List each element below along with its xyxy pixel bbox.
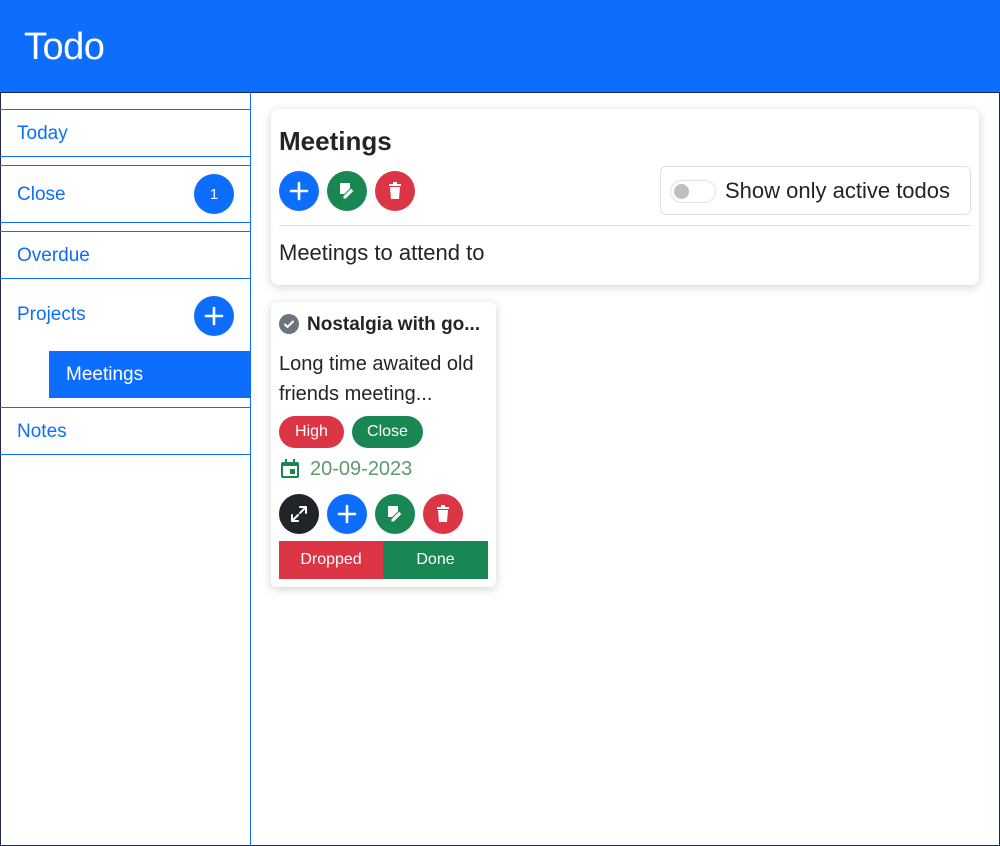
add-project-button[interactable]: [194, 296, 234, 336]
todo-title: Nostalgia with go...: [307, 314, 481, 335]
sidebar-item-label: Today: [17, 123, 68, 144]
active-filter-toggle[interactable]: Show only active todos: [660, 166, 971, 215]
app-header: Todo: [0, 0, 1000, 92]
expand-todo-button[interactable]: [279, 494, 319, 534]
plus-icon: [204, 306, 224, 326]
calendar-icon: [281, 459, 299, 478]
toggle-label: Show only active todos: [725, 178, 951, 203]
app-title: Todo: [24, 26, 105, 68]
sidebar-item-label: Projects: [17, 304, 86, 325]
sidebar-project-label: Meetings: [66, 364, 144, 385]
edit-icon: [340, 183, 355, 200]
sidebar: Today Close 1 Overdue Projects Meetings …: [0, 92, 251, 846]
due-date-text: 20-09-2023: [310, 458, 413, 480]
priority-badge: High: [279, 416, 344, 448]
delete-todo-button[interactable]: [423, 494, 463, 534]
sidebar-project-meetings[interactable]: Meetings: [49, 351, 250, 398]
status-badge: Close: [352, 416, 423, 448]
toggle-switch[interactable]: [670, 180, 716, 203]
edit-project-button[interactable]: [327, 171, 367, 211]
sidebar-item-notes[interactable]: Notes: [0, 407, 250, 455]
project-description: Meetings to attend to: [279, 240, 485, 265]
plus-icon: [289, 181, 309, 201]
sidebar-item-label: Close: [17, 184, 66, 205]
sidebar-item-label: Notes: [17, 421, 67, 442]
trash-icon: [437, 505, 449, 522]
plus-icon: [337, 504, 357, 524]
add-todo-button[interactable]: [279, 171, 319, 211]
sidebar-item-label: Overdue: [17, 245, 90, 266]
add-subtodo-button[interactable]: [327, 494, 367, 534]
project-header-card: Meetings Show only active todos Meetings…: [271, 109, 979, 285]
sidebar-item-today[interactable]: Today: [0, 109, 250, 157]
sidebar-item-close[interactable]: Close 1: [0, 165, 250, 223]
edit-icon: [388, 506, 403, 523]
sidebar-item-overdue[interactable]: Overdue: [0, 231, 250, 279]
done-button[interactable]: Done: [383, 541, 488, 579]
check-circle-icon[interactable]: [279, 314, 299, 334]
dropped-button[interactable]: Dropped: [279, 541, 383, 579]
expand-icon: [291, 506, 307, 522]
project-title: Meetings: [279, 126, 392, 156]
delete-project-button[interactable]: [375, 171, 415, 211]
toggle-knob: [674, 184, 689, 199]
count-badge: 1: [194, 174, 234, 214]
todo-description: Long time awaited old friends meeting...: [279, 353, 474, 405]
todo-card: Nostalgia with go... Long time awaited o…: [271, 302, 496, 587]
trash-icon: [389, 182, 401, 199]
edit-todo-button[interactable]: [375, 494, 415, 534]
divider: [279, 225, 971, 226]
